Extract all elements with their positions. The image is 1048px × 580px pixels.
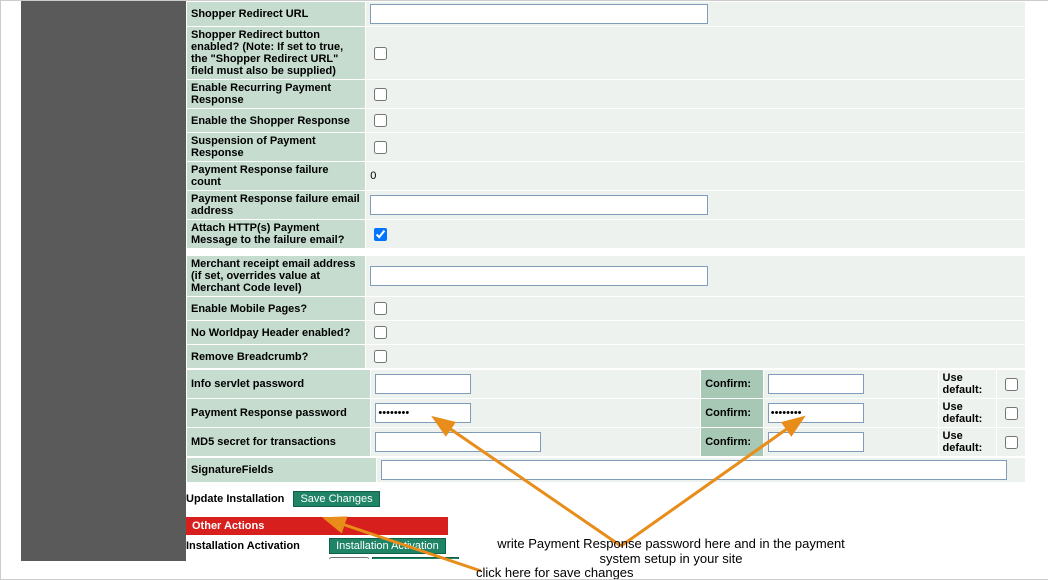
- confirm-cell: [764, 399, 938, 427]
- label-installation-activation: Installation Activation: [186, 540, 326, 552]
- field-label: Merchant receipt email address (if set, …: [187, 256, 365, 296]
- field-cell: [366, 220, 1025, 248]
- text-input[interactable]: [370, 195, 708, 215]
- field-label: Attach HTTP(s) Payment Message to the fa…: [187, 220, 365, 248]
- field-cell: [366, 256, 1025, 296]
- text-input[interactable]: [370, 4, 708, 24]
- field-cell: [371, 428, 700, 456]
- use-default-checkbox[interactable]: [1005, 407, 1018, 420]
- confirm-label: Confirm:: [701, 370, 763, 398]
- field-label: Enable Recurring Payment Response: [187, 80, 365, 108]
- field-cell: [366, 109, 1025, 132]
- use-default-cell: [997, 428, 1025, 456]
- field-cell: [366, 27, 1025, 79]
- use-default-checkbox[interactable]: [1005, 436, 1018, 449]
- confirm-label: Confirm:: [701, 399, 763, 427]
- installation-activation-button[interactable]: Installation Activation: [329, 538, 446, 554]
- confirm-label: Confirm:: [701, 428, 763, 456]
- annotation-text-password: write Payment Response password here and…: [496, 536, 846, 566]
- checkbox-input[interactable]: [374, 350, 387, 363]
- label-signature-fields: SignatureFields: [187, 458, 376, 482]
- field-label: Enable the Shopper Response: [187, 109, 365, 132]
- field-label: Remove Breadcrumb?: [187, 345, 365, 368]
- confirm-password-input[interactable]: [768, 432, 864, 452]
- field-label: MD5 secret for transactions: [187, 428, 370, 456]
- checkbox-input[interactable]: [374, 302, 387, 315]
- label-update-installation: Update Installation: [186, 493, 284, 505]
- use-default-label: Use default:: [939, 428, 996, 456]
- field-cell: [371, 370, 700, 398]
- password-input[interactable]: [375, 432, 541, 452]
- field-cell: [366, 2, 1025, 26]
- field-label: Shopper Redirect URL: [187, 2, 365, 26]
- config-form: Shopper Redirect URLShopper Redirect but…: [186, 1, 1029, 559]
- field-label: Payment Response failure count: [187, 162, 365, 190]
- edit-installation-button[interactable]: edit installation: [372, 557, 459, 559]
- checkbox-input[interactable]: [374, 88, 387, 101]
- environment-select[interactable]: test: [329, 557, 369, 559]
- password-input[interactable]: [375, 374, 471, 394]
- checkbox-input[interactable]: [374, 141, 387, 154]
- confirm-cell: [764, 428, 938, 456]
- field-label: Shopper Redirect button enabled? (Note: …: [187, 27, 365, 79]
- field-label: Info servlet password: [187, 370, 370, 398]
- use-default-label: Use default:: [939, 370, 996, 398]
- field-label: Payment Response password: [187, 399, 370, 427]
- field-label: Suspension of Payment Response: [187, 133, 365, 161]
- field-label: Payment Response failure email address: [187, 191, 365, 219]
- field-cell: [366, 297, 1025, 320]
- checkbox-input[interactable]: [374, 326, 387, 339]
- confirm-cell: [764, 370, 938, 398]
- field-cell: 0: [366, 162, 1025, 190]
- checkbox-input[interactable]: [374, 47, 387, 60]
- confirm-password-input[interactable]: [768, 374, 864, 394]
- field-cell: [366, 345, 1025, 368]
- save-changes-button[interactable]: Save Changes: [293, 491, 379, 507]
- field-cell: [366, 321, 1025, 344]
- checkbox-input[interactable]: [374, 114, 387, 127]
- use-default-label: Use default:: [939, 399, 996, 427]
- field-label: Enable Mobile Pages?: [187, 297, 365, 320]
- field-cell: [366, 133, 1025, 161]
- other-actions-header: Other Actions: [186, 517, 448, 535]
- input-signature-fields[interactable]: [381, 460, 1007, 480]
- text-input[interactable]: [370, 266, 708, 286]
- field-cell: [366, 80, 1025, 108]
- use-default-cell: [997, 370, 1025, 398]
- use-default-cell: [997, 399, 1025, 427]
- checkbox-input[interactable]: [374, 228, 387, 241]
- field-label: No Worldpay Header enabled?: [187, 321, 365, 344]
- use-default-checkbox[interactable]: [1005, 378, 1018, 391]
- password-input[interactable]: [375, 403, 471, 423]
- field-cell: [366, 191, 1025, 219]
- confirm-password-input[interactable]: [768, 403, 864, 423]
- sidebar: [21, 1, 186, 561]
- field-cell: [371, 399, 700, 427]
